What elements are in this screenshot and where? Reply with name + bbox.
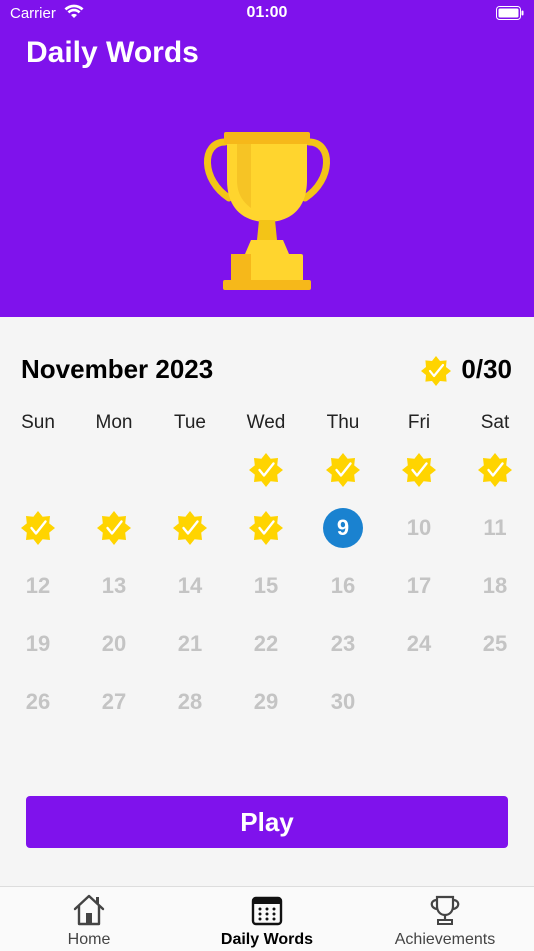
calendar-day: 28	[177, 689, 203, 714]
calendar-month-label: November 2023	[21, 354, 214, 384]
weekday-mon: Mon	[95, 412, 133, 433]
play-button[interactable]: Play	[26, 796, 508, 848]
calendar-day: 24	[406, 631, 432, 656]
tab-daily-words[interactable]: Daily Words	[192, 887, 342, 951]
calendar-icon	[251, 896, 283, 926]
calendar-day-completed-badge-icon[interactable]	[397, 448, 441, 492]
calendar-day: 18	[482, 573, 508, 598]
calendar-day: 11	[483, 515, 507, 540]
calendar-day-today[interactable]: 9	[323, 508, 363, 548]
tab-achievements-label: Achievements	[394, 931, 496, 948]
tab-achievements[interactable]: Achievements	[370, 887, 520, 951]
trophy-illustration	[204, 132, 330, 290]
weekday-wed: Wed	[246, 412, 286, 433]
calendar-day: 23	[330, 631, 356, 656]
tab-daily-words-label: Daily Words	[220, 931, 314, 948]
weekday-tue: Tue	[173, 412, 207, 433]
weekday-thu: Thu	[326, 412, 360, 433]
weekday-sun: Sun	[21, 412, 55, 433]
calendar-day-completed-badge-icon[interactable]	[16, 506, 60, 550]
calendar-day-completed-badge-icon[interactable]	[168, 506, 212, 550]
calendar-day-completed-badge-icon[interactable]	[473, 448, 517, 492]
clock: 01:00	[246, 4, 288, 21]
weekday-fri: Fri	[407, 412, 431, 433]
calendar-day: 12	[25, 573, 51, 598]
tab-home[interactable]: Home	[14, 887, 164, 951]
calendar-day: 26	[25, 689, 51, 714]
calendar-day-completed-badge-icon[interactable]	[92, 506, 136, 550]
calendar-day: 20	[101, 631, 127, 656]
calendar-day: 29	[253, 689, 279, 714]
page-title: Daily Words	[26, 36, 199, 69]
battery-icon	[496, 6, 524, 20]
weekday-sat: Sat	[480, 412, 510, 433]
tab-home-label: Home	[67, 931, 111, 948]
calendar-day-completed-badge-icon[interactable]	[244, 448, 288, 492]
calendar-day: 14	[177, 573, 203, 598]
home-icon	[73, 894, 105, 926]
tab-bar: Home Daily Words Achievements	[0, 886, 534, 951]
calendar-day: 19	[25, 631, 51, 656]
badge-check-icon	[421, 356, 451, 386]
calendar-day: 13	[101, 573, 127, 598]
calendar-day: 16	[330, 573, 356, 598]
calendar-day-completed-badge-icon[interactable]	[244, 506, 288, 550]
calendar-day-completed-badge-icon[interactable]	[321, 448, 365, 492]
trophy-icon	[430, 895, 460, 925]
calendar-day: 27	[101, 689, 127, 714]
status-bar: Carrier 01:00	[0, 0, 534, 28]
calendar-day: 10	[406, 515, 432, 540]
progress-count: 0/30	[461, 354, 512, 384]
calendar-day: 15	[253, 573, 279, 598]
calendar-day: 17	[406, 573, 432, 598]
calendar-day: 25	[482, 631, 508, 656]
calendar-day: 30	[330, 689, 356, 714]
calendar-day: 21	[177, 631, 203, 656]
calendar-day: 22	[253, 631, 279, 656]
